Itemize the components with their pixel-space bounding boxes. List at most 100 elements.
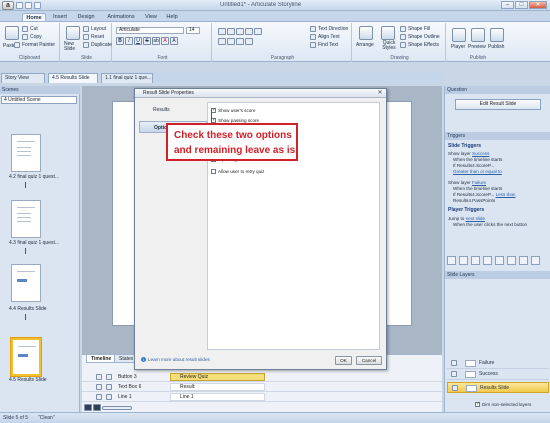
trigger-link[interactable]: Less than bbox=[496, 192, 516, 197]
lock-icon[interactable] bbox=[106, 384, 112, 390]
tab-animations[interactable]: Animations bbox=[103, 13, 139, 21]
move-up-icon[interactable] bbox=[495, 256, 504, 265]
play-icon[interactable] bbox=[84, 404, 92, 411]
font-color-button[interactable]: A bbox=[161, 37, 169, 45]
new-trigger-icon[interactable] bbox=[447, 256, 456, 265]
minimize-button[interactable]: – bbox=[501, 1, 514, 9]
trigger-link[interactable]: Failure bbox=[472, 180, 486, 185]
player-button[interactable]: Player bbox=[451, 44, 465, 50]
bold-button[interactable]: B bbox=[116, 37, 124, 45]
tab-timeline[interactable]: Timeline bbox=[86, 355, 117, 363]
underline-button[interactable]: U bbox=[134, 37, 142, 45]
subscript-button[interactable]: ab bbox=[152, 37, 160, 45]
cancel-button[interactable]: Cancel bbox=[356, 356, 382, 365]
slide-thumbnail[interactable] bbox=[11, 200, 41, 238]
arrange-icon[interactable] bbox=[359, 26, 373, 40]
checkbox-dim[interactable]: ✓ bbox=[475, 402, 480, 407]
align-text-button[interactable]: Align Text bbox=[310, 34, 340, 40]
italic-button[interactable]: I bbox=[125, 37, 133, 45]
option-show-users-score[interactable]: ✓ Show user's score bbox=[211, 108, 255, 113]
slide-thumbnail-selected[interactable] bbox=[11, 338, 41, 376]
reset-button[interactable]: Reset bbox=[83, 34, 104, 40]
undo-icon[interactable] bbox=[25, 2, 32, 9]
new-slide-icon[interactable] bbox=[66, 26, 80, 40]
copy-trigger-icon[interactable] bbox=[471, 256, 480, 265]
shape-outline-button[interactable]: Shape Outline bbox=[400, 34, 440, 40]
bullets-icon[interactable] bbox=[218, 28, 226, 35]
tab-results-slide[interactable]: 4.5 Results Slide bbox=[48, 73, 98, 83]
learn-more-link[interactable]: i Learn more about result slides bbox=[141, 357, 210, 362]
tab-final-quiz[interactable]: 1.1 final quiz 1 que... bbox=[101, 73, 153, 83]
preview-button[interactable]: Preview bbox=[468, 44, 486, 50]
font-size-select[interactable]: 14 bbox=[186, 27, 200, 34]
publish-button[interactable]: Publish bbox=[488, 44, 504, 50]
maximize-button[interactable]: □ bbox=[515, 1, 528, 9]
quick-styles-button[interactable]: Quick Styles bbox=[379, 41, 399, 51]
align-left-icon[interactable] bbox=[218, 38, 226, 45]
timeline-bar[interactable]: Result: bbox=[170, 383, 265, 391]
preview-icon[interactable] bbox=[471, 28, 485, 42]
tab-help[interactable]: Help bbox=[164, 13, 180, 21]
timeline-row[interactable]: Text Box 6 Result: bbox=[82, 383, 442, 392]
tab-story-view[interactable]: Story View bbox=[1, 73, 45, 83]
new-slide-button[interactable]: New Slide bbox=[64, 42, 84, 52]
grow-font-button[interactable]: A bbox=[170, 37, 178, 45]
trigger-1-action[interactable]: Show layer Success bbox=[448, 151, 489, 156]
redo-icon[interactable] bbox=[34, 2, 41, 9]
edit-trigger-icon[interactable] bbox=[459, 256, 468, 265]
font-name-select[interactable]: Articulate bbox=[116, 27, 184, 34]
stop-icon[interactable] bbox=[93, 404, 101, 411]
player-icon[interactable] bbox=[452, 28, 466, 42]
decrease-indent-icon[interactable] bbox=[236, 28, 244, 35]
trigger-link[interactable]: Success bbox=[472, 151, 489, 156]
cut-button[interactable]: Cut bbox=[22, 26, 38, 32]
tab-design[interactable]: Design bbox=[74, 13, 98, 21]
lock-icon[interactable] bbox=[106, 374, 112, 380]
slide-thumbnail[interactable] bbox=[11, 264, 41, 302]
checkbox[interactable] bbox=[211, 169, 216, 174]
timeline-row[interactable]: Line 1 Line 1 bbox=[82, 393, 442, 402]
duplicate-button[interactable]: Duplicate bbox=[83, 42, 112, 48]
layer-item[interactable]: Failure bbox=[447, 358, 549, 369]
eye-icon[interactable] bbox=[96, 394, 102, 400]
tab-home[interactable]: Home bbox=[22, 13, 46, 21]
numbering-icon[interactable] bbox=[227, 28, 235, 35]
text-direction-button[interactable]: Text Direction bbox=[310, 26, 348, 32]
timeline-bar[interactable]: Review Quiz bbox=[170, 373, 265, 381]
timeline-row[interactable]: Button 3 Review Quiz bbox=[82, 373, 442, 382]
variables-icon[interactable] bbox=[531, 256, 540, 265]
copy-button[interactable]: Copy bbox=[22, 34, 42, 40]
move-down-icon[interactable] bbox=[507, 256, 516, 265]
trigger-link[interactable]: next slide bbox=[466, 216, 485, 221]
align-right-icon[interactable] bbox=[236, 38, 244, 45]
find-text-button[interactable]: Find Text bbox=[310, 42, 338, 48]
paste-trigger-icon[interactable] bbox=[483, 256, 492, 265]
increase-indent-icon[interactable] bbox=[245, 28, 253, 35]
ok-button[interactable]: OK bbox=[335, 356, 352, 365]
scene-select[interactable]: 4 Untitled Scene bbox=[1, 96, 77, 104]
trigger-2-action[interactable]: Show layer Failure bbox=[448, 180, 486, 185]
save-icon[interactable] bbox=[16, 2, 23, 9]
justify-icon[interactable] bbox=[245, 38, 253, 45]
arrange-button[interactable]: Arrange bbox=[356, 42, 374, 48]
align-center-icon[interactable] bbox=[227, 38, 235, 45]
eye-icon[interactable] bbox=[451, 371, 457, 377]
eye-icon[interactable] bbox=[451, 360, 457, 366]
timeline-bar[interactable]: Line 1 bbox=[170, 393, 265, 401]
eye-icon[interactable] bbox=[452, 385, 458, 391]
eye-icon[interactable] bbox=[96, 384, 102, 390]
trigger-3-action[interactable]: Jump to next slide bbox=[448, 216, 485, 221]
layout-button[interactable]: Layout bbox=[83, 26, 106, 32]
tab-view[interactable]: View bbox=[143, 13, 159, 21]
tab-insert[interactable]: Insert bbox=[49, 13, 71, 21]
format-painter-button[interactable]: Format Painter bbox=[14, 42, 55, 48]
zoom-slider[interactable] bbox=[102, 406, 132, 410]
eye-icon[interactable] bbox=[96, 374, 102, 380]
app-logo-icon[interactable]: a bbox=[2, 1, 14, 10]
nav-results[interactable]: Results bbox=[139, 104, 207, 116]
quick-styles-icon[interactable] bbox=[381, 26, 395, 40]
paste-icon[interactable] bbox=[5, 26, 19, 40]
edit-result-slide-button[interactable]: Edit Result Slide bbox=[455, 99, 541, 110]
dialog-close-button[interactable]: ✕ bbox=[376, 90, 384, 97]
strikethrough-button[interactable]: S bbox=[143, 37, 151, 45]
